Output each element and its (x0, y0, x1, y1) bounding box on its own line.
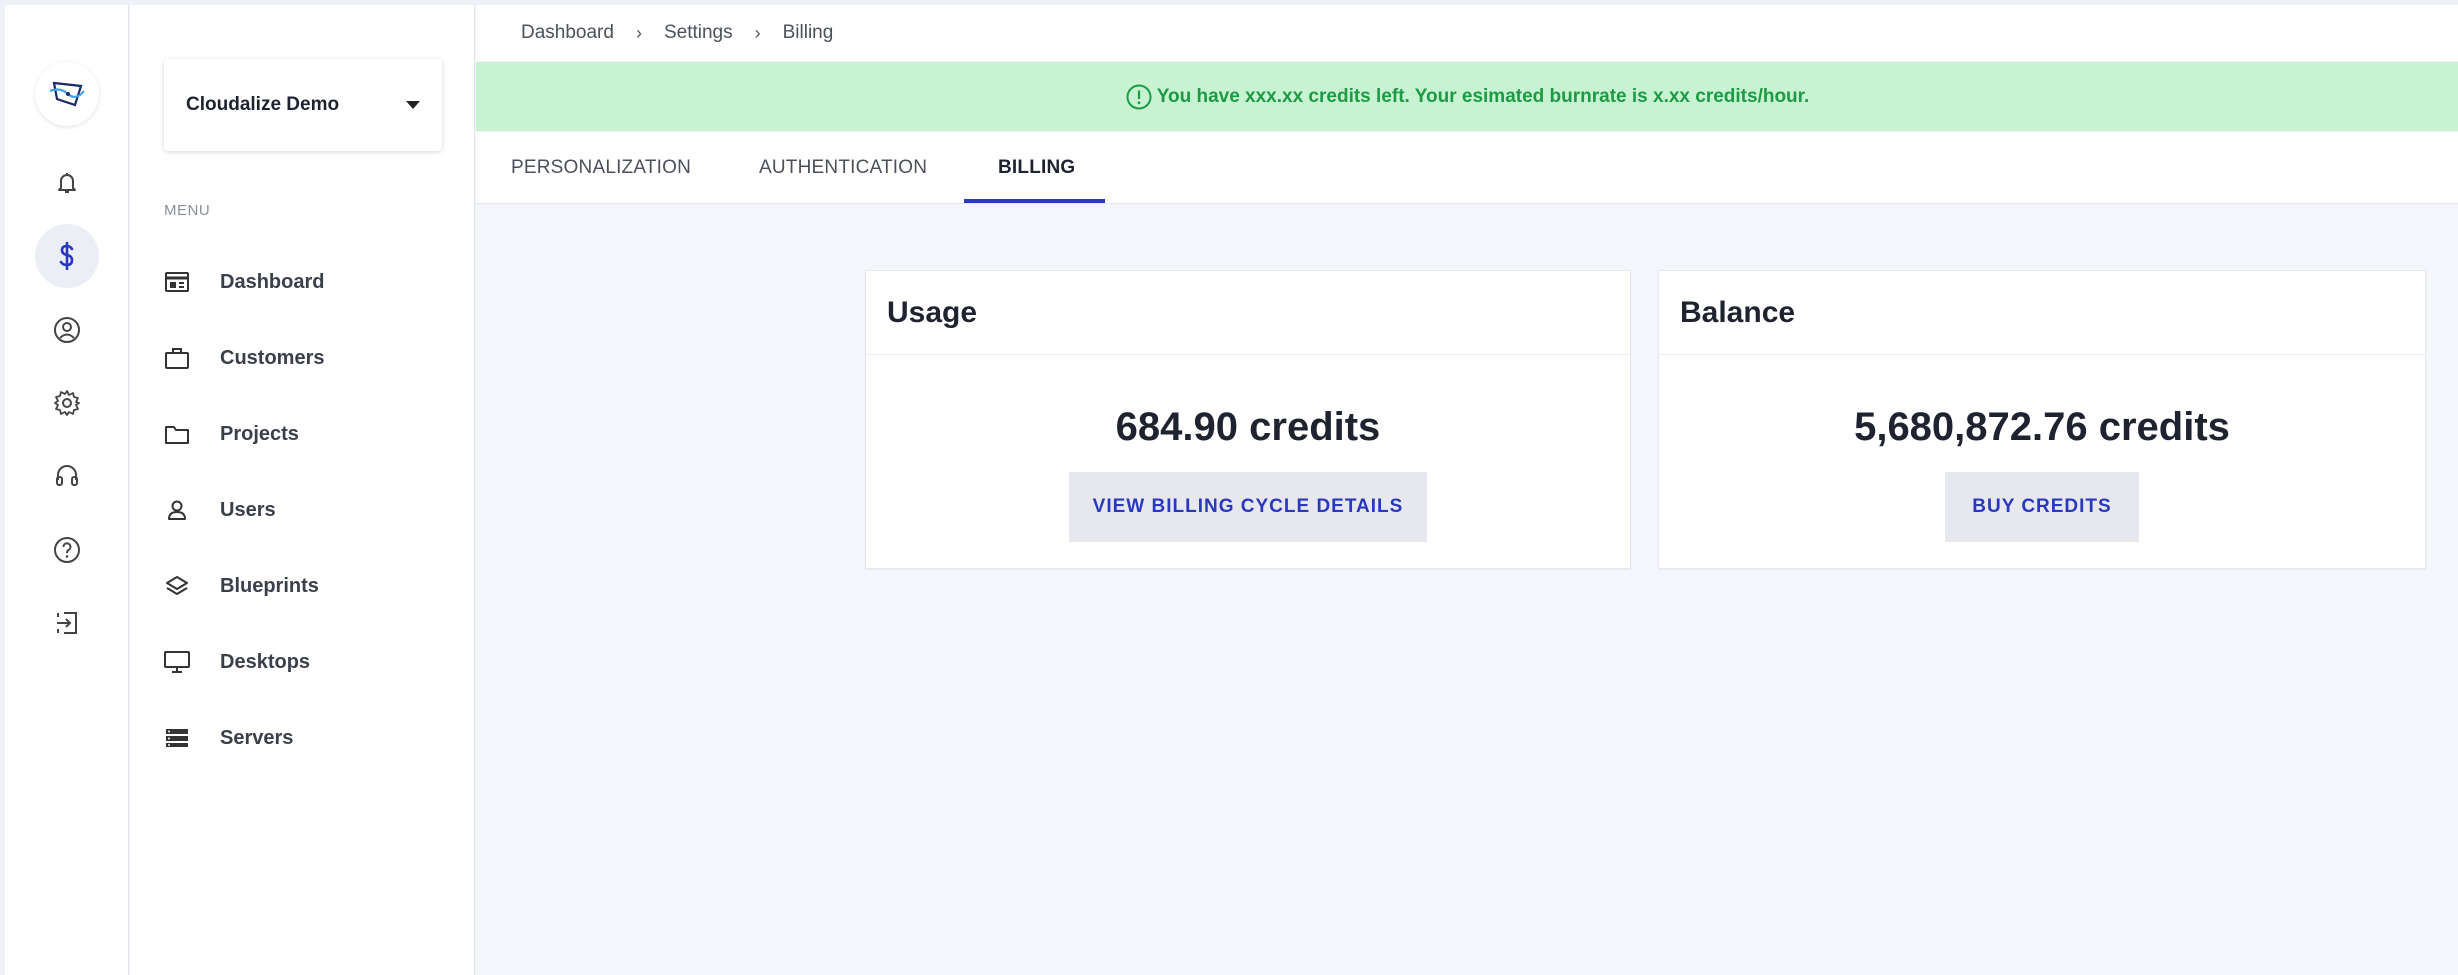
balance-value: 5,680,872.76 credits (1854, 405, 2230, 449)
tab-personalization[interactable]: PERSONALIZATION (511, 132, 691, 204)
usage-value: 684.90 credits (1115, 405, 1381, 449)
active-tab-indicator (964, 199, 1105, 203)
breadcrumb-dashboard[interactable]: Dashboard (521, 22, 614, 44)
bell-icon[interactable] (35, 151, 99, 215)
folder-icon (164, 421, 190, 447)
headset-icon[interactable] (35, 444, 99, 508)
org-name: Cloudalize Demo (186, 94, 340, 115)
dashboard-icon (164, 269, 190, 295)
sidebar-item-dashboard[interactable]: Dashboard (164, 258, 464, 306)
tab-billing[interactable]: BILLING (998, 132, 1075, 204)
org-selector[interactable]: Cloudalize Demo (164, 59, 442, 151)
tab-authentication[interactable]: AUTHENTICATION (759, 132, 927, 204)
breadcrumb-billing: Billing (782, 22, 834, 43)
sidebar-item-desktops[interactable]: Desktops (164, 638, 464, 686)
sidebar-item-label: Customers (220, 346, 325, 369)
credits-alert: You have xxx.xx credits left. Your esima… (476, 62, 2458, 131)
chevron-right-icon: › (635, 22, 642, 43)
layers-icon (164, 573, 190, 599)
sidebar-item-label: Projects (220, 422, 299, 445)
breadcrumb-settings[interactable]: Settings (664, 22, 733, 44)
icon-rail (5, 5, 129, 975)
sidebar-item-label: Desktops (220, 650, 311, 673)
alert-message: You have xxx.xx credits left. Your esima… (1156, 85, 1810, 107)
user-icon (164, 497, 190, 523)
monitor-icon (164, 649, 190, 675)
gear-icon[interactable] (35, 371, 99, 435)
sidebar-item-label: Blueprints (220, 574, 319, 597)
sidebar-item-projects[interactable]: Projects (164, 410, 464, 458)
logo-icon (49, 81, 85, 107)
main-content: Dashboard › Settings › Billing You have … (476, 5, 2458, 975)
alert-icon (1125, 83, 1153, 111)
usage-card: Usage 684.90 credits VIEW BILLING CYCLE … (865, 270, 1631, 569)
balance-card: Balance 5,680,872.76 credits BUY CREDITS (1658, 270, 2426, 569)
sidebar-item-label: Users (220, 498, 276, 521)
sidebar-item-blueprints[interactable]: Blueprints (164, 562, 464, 610)
app-logo[interactable] (35, 62, 99, 126)
server-icon (164, 725, 190, 751)
view-billing-cycle-button[interactable]: VIEW BILLING CYCLE DETAILS (1069, 472, 1427, 542)
menu-heading: MENU (164, 202, 211, 219)
dollar-icon[interactable] (35, 224, 99, 288)
caret-down-icon (406, 101, 420, 109)
logout-icon[interactable] (35, 591, 99, 655)
balance-title: Balance (1659, 271, 2425, 355)
help-icon[interactable] (35, 518, 99, 582)
sidebar-item-customers[interactable]: Customers (164, 334, 464, 382)
buy-credits-button[interactable]: BUY CREDITS (1945, 472, 2139, 542)
sidebar-item-label: Dashboard (220, 270, 325, 293)
sidebar: Cloudalize Demo MENU Dashboard Customers… (130, 5, 475, 975)
breadcrumb: Dashboard › Settings › Billing (476, 5, 2458, 61)
sidebar-item-label: Servers (220, 726, 294, 749)
sidebar-item-users[interactable]: Users (164, 486, 464, 534)
chevron-right-icon: › (754, 22, 761, 43)
settings-tabs: PERSONALIZATION AUTHENTICATION BILLING (476, 132, 2458, 204)
sidebar-item-servers[interactable]: Servers (164, 714, 464, 762)
user-circle-icon[interactable] (35, 298, 99, 362)
usage-title: Usage (866, 271, 1630, 355)
briefcase-icon (164, 345, 190, 371)
